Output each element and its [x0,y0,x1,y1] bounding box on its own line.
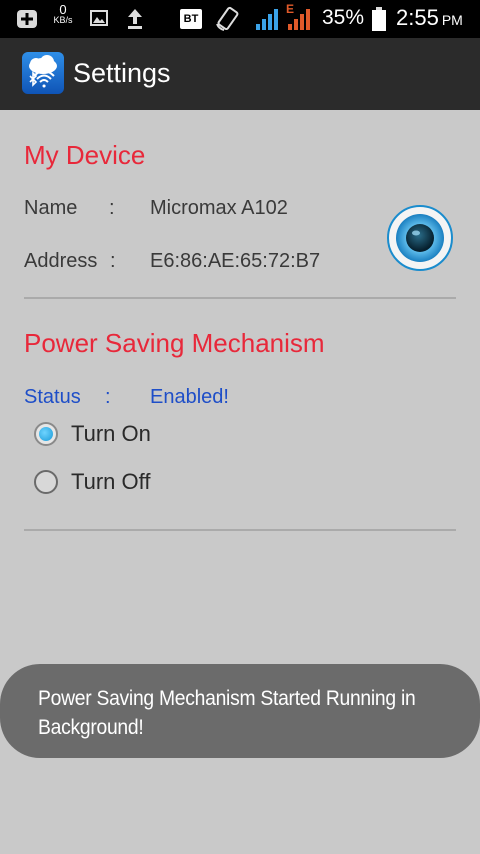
page-title: Settings [73,58,171,88]
name-separator: : [109,197,115,219]
network-type-label: E [286,2,295,16]
radio-checked-icon[interactable] [34,422,58,446]
net-speed-value: 0 [59,2,67,17]
status-value: Enabled! [150,386,229,408]
radio-turn-off-label: Turn Off [71,469,151,494]
radio-turn-on-label: Turn On [71,421,151,446]
gallery-icon [90,10,108,26]
bt-icon: BT [180,9,202,29]
rotate-icon [216,6,239,31]
battery-percent: 35% [322,6,365,29]
divider [24,529,456,531]
upload-icon [128,9,142,29]
device-name-value: Micromax A102 [150,197,288,219]
status-separator: : [105,386,111,408]
device-address-value: E6:86:AE:65:72:B7 [150,250,321,272]
clock: 2:55 PM [396,5,463,31]
eye-icon [387,205,453,271]
status-label: Status [24,386,81,408]
net-speed-indicator: 0 KB/s [50,2,76,26]
name-label: Name [24,197,78,219]
app-icon[interactable] [22,52,64,94]
toast-message: Power Saving Mechanism Started Running i… [38,687,416,739]
eye-button[interactable] [387,205,453,271]
action-bar: Settings [0,38,480,110]
add-icon [17,10,37,28]
battery-icon [372,7,386,31]
toast: Power Saving Mechanism Started Running i… [0,664,480,758]
radio-turn-on[interactable]: Turn On [34,418,151,450]
radio-unchecked-icon[interactable] [34,470,58,494]
clock-time: 2:55 [396,5,439,30]
my-device-title: My Device [24,140,146,170]
bluetooth-wifi-cloud-icon [29,55,57,88]
address-label: Address [24,250,98,272]
radio-turn-off[interactable]: Turn Off [34,466,150,498]
signal-icon [256,9,310,30]
net-speed-unit: KB/s [53,15,73,25]
clock-ampm: PM [441,12,463,28]
power-saving-title: Power Saving Mechanism [24,328,325,358]
status-bar: 0 KB/s BT E 35% 2:55 PM [0,0,480,38]
divider [24,297,456,299]
address-separator: : [110,250,116,272]
